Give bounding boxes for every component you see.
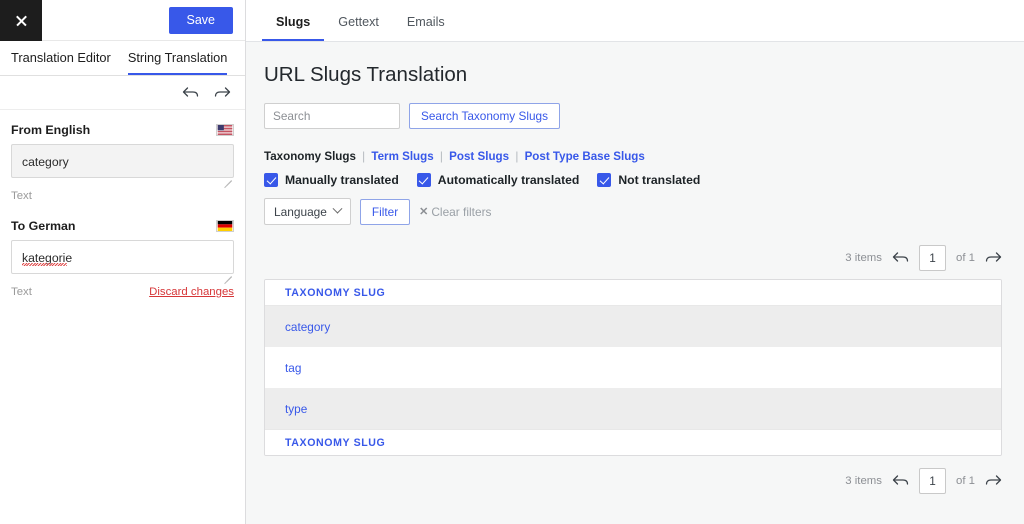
close-x-glyph xyxy=(15,14,28,27)
app-root: Save Translation Editor String Translati… xyxy=(0,0,1024,524)
subnav-current: Taxonomy Slugs xyxy=(264,150,356,163)
page-number-input[interactable] xyxy=(919,468,946,494)
table-cell-slug[interactable]: category xyxy=(285,320,330,334)
next-arrow-icon[interactable] xyxy=(985,251,1002,265)
checkbox-automatically-translated[interactable]: Automatically translated xyxy=(417,173,580,187)
clear-filters-link[interactable]: ✕ Clear filters xyxy=(419,205,491,219)
checkbox-checked-icon xyxy=(597,173,611,187)
target-field-footer: Text Discard changes xyxy=(11,284,234,300)
translation-editor-panel: Save Translation Editor String Translati… xyxy=(0,0,246,524)
pagination-bottom: 3 items of 1 xyxy=(264,466,1002,496)
language-select[interactable]: Language xyxy=(264,198,351,225)
target-textarea[interactable] xyxy=(11,240,234,274)
redo-arrow-icon[interactable] xyxy=(214,86,231,100)
topbar-spacer xyxy=(42,0,169,40)
target-sub-label: Text xyxy=(11,286,32,298)
save-button[interactable]: Save xyxy=(169,7,234,34)
target-field-header: To German xyxy=(11,219,234,233)
table-cell-slug[interactable]: tag xyxy=(285,361,301,375)
close-x-icon: ✕ xyxy=(419,205,428,218)
editor-tabs: Translation Editor String Translation xyxy=(0,41,245,76)
table-cell-slug[interactable]: type xyxy=(285,402,307,416)
tab-emails[interactable]: Emails xyxy=(393,15,459,41)
checkbox-checked-icon xyxy=(417,173,431,187)
tab-slugs[interactable]: Slugs xyxy=(262,15,324,41)
search-row: Search Taxonomy Slugs xyxy=(264,103,1002,129)
checkbox-label: Manually translated xyxy=(285,173,399,187)
editor-body: From English xyxy=(0,110,245,524)
taxonomy-slug-table: TAXONOMY SLUG category tag type TAXONOMY… xyxy=(264,279,1002,456)
search-input[interactable] xyxy=(264,103,400,129)
subnav-link-post-slugs[interactable]: Post Slugs xyxy=(449,150,509,163)
tab-string-translation[interactable]: String Translation xyxy=(128,50,228,75)
discard-changes-link[interactable]: Discard changes xyxy=(149,286,234,298)
pagination-top: 3 items of 1 xyxy=(264,243,1002,273)
history-toolbar xyxy=(0,76,245,110)
prev-arrow-icon[interactable] xyxy=(892,251,909,265)
clear-filters-label: Clear filters xyxy=(431,205,491,219)
subnav-separator-1: | xyxy=(362,150,365,163)
editor-topbar: Save xyxy=(0,0,245,41)
chevron-down-icon xyxy=(332,204,342,214)
source-field-header: From English xyxy=(11,123,234,137)
close-icon[interactable] xyxy=(0,0,42,41)
checkbox-label: Not translated xyxy=(618,173,700,187)
checkbox-checked-icon xyxy=(264,173,278,187)
subnav-link-term-slugs[interactable]: Term Slugs xyxy=(371,150,433,163)
table-row[interactable]: tag xyxy=(265,347,1001,388)
checkbox-not-translated[interactable]: Not translated xyxy=(597,173,700,187)
tab-translation-editor[interactable]: Translation Editor xyxy=(11,50,111,75)
content-tabs: Slugs Gettext Emails xyxy=(246,0,1024,42)
language-select-value: Language xyxy=(274,205,327,219)
search-taxonomy-slugs-button[interactable]: Search Taxonomy Slugs xyxy=(409,103,560,129)
target-textarea-wrap xyxy=(11,240,234,279)
source-label: From English xyxy=(11,123,90,137)
page-number-input[interactable] xyxy=(919,245,946,271)
undo-arrow-icon[interactable] xyxy=(182,86,199,100)
content-area: URL Slugs Translation Search Taxonomy Sl… xyxy=(246,42,1024,524)
prev-arrow-icon[interactable] xyxy=(892,474,909,488)
tab-gettext[interactable]: Gettext xyxy=(324,15,393,41)
page-title: URL Slugs Translation xyxy=(264,63,1002,87)
source-textarea-wrap xyxy=(11,144,234,183)
source-field-footer: Text xyxy=(11,188,234,204)
source-sub-label: Text xyxy=(11,190,32,202)
page-of-label: of 1 xyxy=(956,252,975,264)
page-of-label: of 1 xyxy=(956,475,975,487)
target-label: To German xyxy=(11,219,76,233)
subnav-separator-3: | xyxy=(515,150,518,163)
filter-controls-row: Language Filter ✕ Clear filters xyxy=(264,198,1002,225)
subnav-separator-2: | xyxy=(440,150,443,163)
items-count-label: 3 items xyxy=(845,475,882,487)
filter-checkbox-row: Manually translated Automatically transl… xyxy=(264,173,1002,187)
table-footer: TAXONOMY SLUG xyxy=(265,429,1001,455)
filter-button[interactable]: Filter xyxy=(360,199,410,225)
next-arrow-icon[interactable] xyxy=(985,474,1002,488)
table-row[interactable]: type xyxy=(265,388,1001,429)
de-flag-icon xyxy=(216,220,234,232)
items-count-label: 3 items xyxy=(845,252,882,264)
table-header: TAXONOMY SLUG xyxy=(265,280,1001,306)
taxonomy-subnav: Taxonomy Slugs | Term Slugs | Post Slugs… xyxy=(264,150,1002,163)
source-textarea[interactable] xyxy=(11,144,234,178)
checkbox-manually-translated[interactable]: Manually translated xyxy=(264,173,399,187)
subnav-link-post-type-base-slugs[interactable]: Post Type Base Slugs xyxy=(525,150,645,163)
us-flag-icon xyxy=(216,124,234,136)
string-translation-panel: Slugs Gettext Emails URL Slugs Translati… xyxy=(246,0,1024,524)
checkbox-label: Automatically translated xyxy=(438,173,580,187)
table-row[interactable]: category xyxy=(265,306,1001,347)
